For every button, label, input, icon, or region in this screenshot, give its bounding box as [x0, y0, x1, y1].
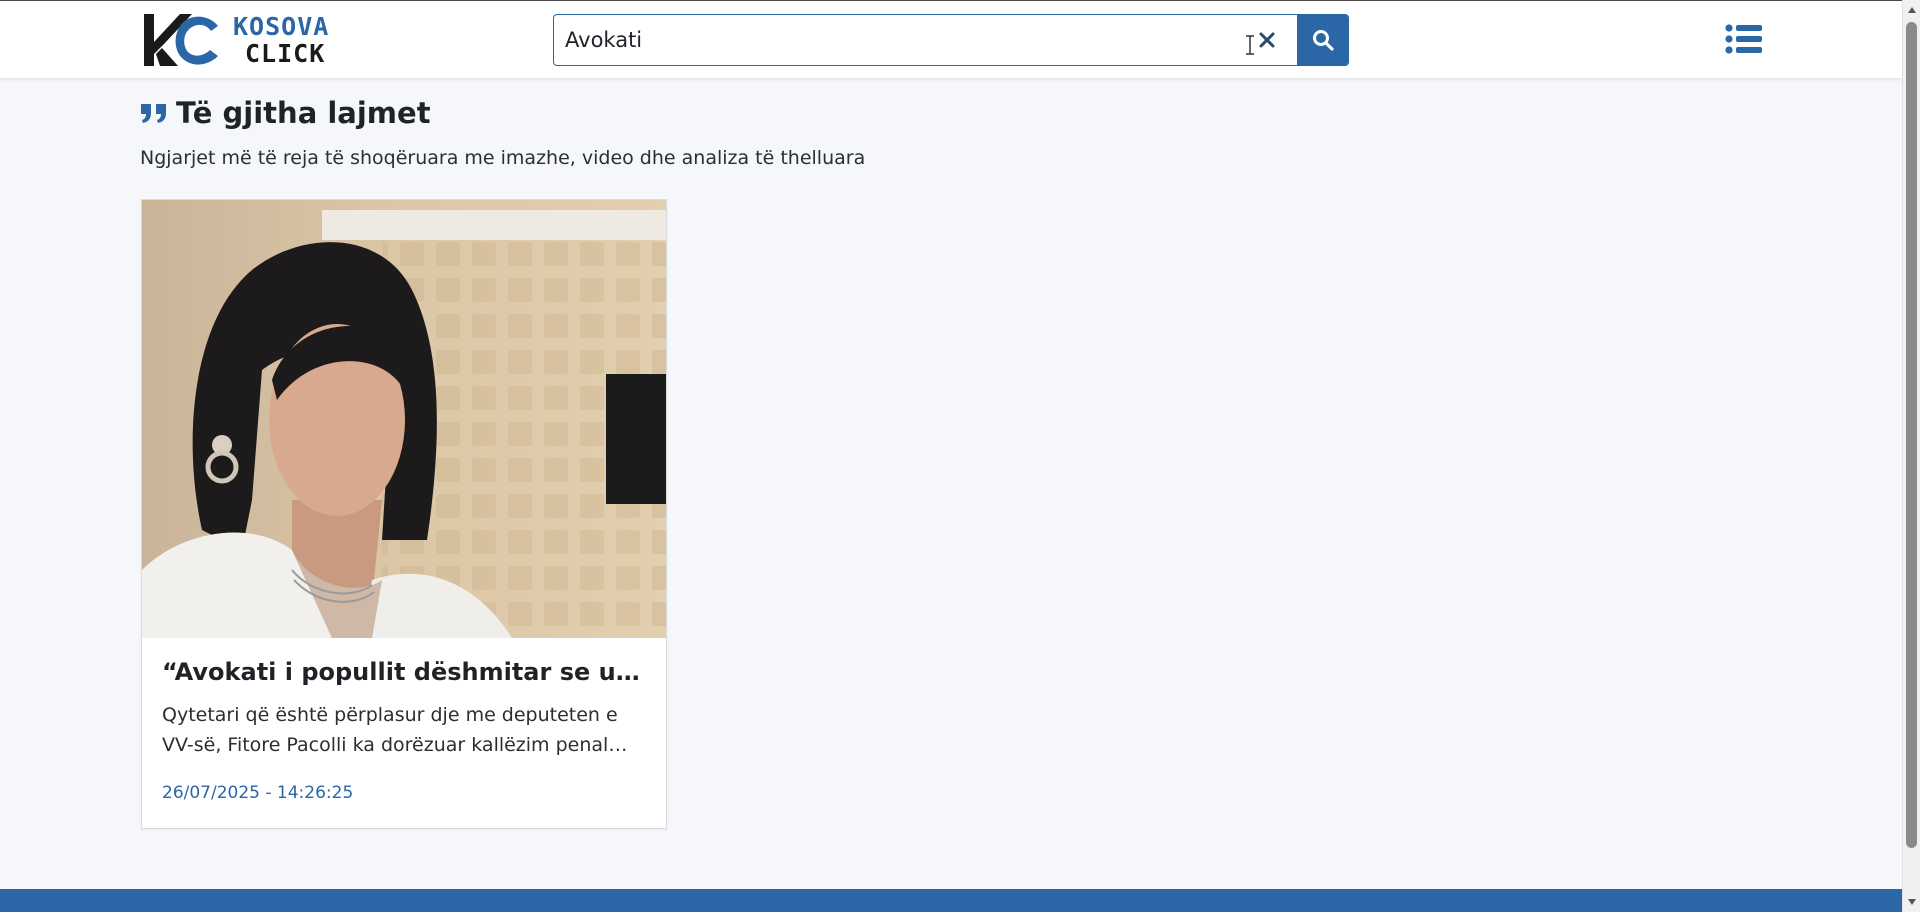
page-subtitle: Ngjarjet më të reja të shoqëruara me ima…	[140, 147, 866, 169]
scroll-up-button[interactable]	[1903, 2, 1920, 18]
quote-icon	[141, 104, 166, 123]
page: KOSOVA CLICK Avokati Të gjitha lajmet Ng…	[0, 0, 1920, 912]
search-icon	[1313, 30, 1334, 51]
page-scrollbar[interactable]	[1902, 0, 1920, 912]
clear-search-button[interactable]	[1253, 26, 1281, 54]
article-image[interactable]	[142, 200, 666, 638]
scroll-up-arrow-icon	[1908, 7, 1916, 13]
article-excerpt: Qytetari që është përplasur dje me deput…	[162, 704, 618, 756]
section-heading: Të gjitha lajmet	[140, 96, 431, 130]
search-input[interactable]	[553, 14, 1297, 66]
article-card[interactable]: “Avokati i popullit dëshmitar se u sulm.…	[141, 199, 667, 829]
scroll-down-button[interactable]	[1903, 894, 1920, 910]
close-icon	[1259, 32, 1275, 48]
list-menu-icon	[1725, 24, 1762, 54]
site-header: KOSOVA CLICK	[0, 0, 1902, 78]
menu-button[interactable]	[1725, 23, 1763, 55]
scroll-thumb[interactable]	[1906, 22, 1917, 848]
logo-mark-icon	[144, 14, 218, 66]
article-title[interactable]: “Avokati i popullit dëshmitar se u sulm.…	[162, 658, 648, 686]
search-bar	[553, 14, 1349, 66]
search-button[interactable]	[1297, 14, 1349, 66]
site-footer	[0, 889, 1902, 912]
site-logo[interactable]: KOSOVA CLICK	[140, 10, 350, 70]
page-title: Të gjitha lajmet	[176, 96, 431, 130]
text-cursor-icon	[1246, 35, 1254, 55]
article-date: 26/07/2025 - 14:26:25	[162, 783, 354, 803]
scroll-down-arrow-icon	[1908, 899, 1916, 905]
logo-text-kosova: KOSOVA	[233, 12, 330, 41]
logo-text-click: CLICK	[245, 39, 326, 68]
